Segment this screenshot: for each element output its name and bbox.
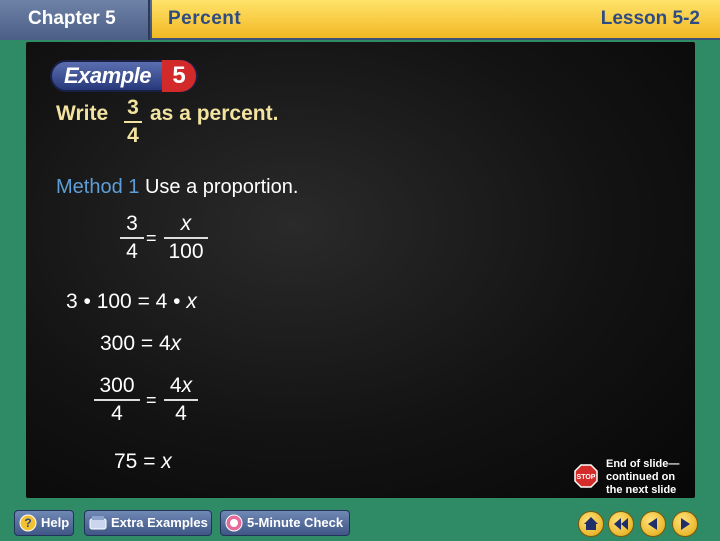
- svg-text:?: ?: [24, 516, 31, 530]
- step4-left-fraction: 300 4: [94, 374, 140, 426]
- step4-equals: =: [146, 390, 157, 410]
- chapter-label: Chapter 5: [0, 0, 150, 40]
- step1-left-num: 3: [126, 212, 138, 235]
- home-nav-button[interactable]: [578, 511, 604, 537]
- step1-right-fraction: x 100: [164, 212, 208, 264]
- example-badge: Example 5: [50, 60, 198, 92]
- end-line-2: continued on: [606, 471, 676, 483]
- step1-left-fraction: 3 4: [120, 212, 144, 264]
- fraction-bar: [164, 399, 198, 401]
- fraction-bar: [164, 237, 208, 239]
- fraction-bar: [94, 399, 140, 401]
- problem-fraction: 3 4: [124, 96, 142, 148]
- home-icon: [584, 517, 598, 530]
- extra-examples-button[interactable]: Extra Examples: [84, 510, 212, 536]
- five-minute-check-button[interactable]: 5-Minute Check: [220, 510, 350, 536]
- arrow-left-icon: [648, 518, 657, 530]
- end-line-3: the next slide: [606, 484, 677, 496]
- step4-right-den: 4: [175, 402, 187, 425]
- step1-left-den: 4: [126, 240, 138, 263]
- examples-icon: [89, 516, 107, 530]
- svg-text:STOP: STOP: [577, 474, 596, 481]
- fraction-bar: [120, 237, 144, 239]
- rewind-icon: [614, 518, 628, 530]
- help-button[interactable]: ? Help: [14, 510, 74, 536]
- step4-left-num: 300: [99, 374, 135, 397]
- check-icon: [225, 514, 243, 532]
- first-slide-nav-button[interactable]: [608, 511, 634, 537]
- step3-equation: 300 = 4x: [100, 332, 182, 355]
- step1-equals: =: [146, 228, 157, 248]
- end-line-1: End of slide—: [606, 458, 680, 470]
- stop-icon: STOP: [574, 464, 598, 488]
- next-slide-nav-button[interactable]: [672, 511, 698, 537]
- example-number: 5: [162, 60, 196, 92]
- question-icon: ?: [19, 514, 37, 532]
- help-label: Help: [41, 515, 70, 530]
- step1-right-num: x: [180, 212, 192, 235]
- problem-suffix: as a percent.: [150, 102, 279, 125]
- method-text: Use a proportion.: [144, 176, 299, 198]
- extra-examples-label: Extra Examples: [111, 515, 208, 530]
- method-label: Method 1: [56, 176, 140, 198]
- five-minute-check-label: 5-Minute Check: [247, 515, 344, 530]
- step1-right-den: 100: [168, 240, 204, 263]
- lesson-label: Lesson 5-2: [600, 8, 700, 29]
- example-word: Example: [64, 63, 152, 88]
- step4-left-den: 4: [111, 402, 123, 425]
- section-title: Percent: [168, 8, 242, 29]
- step2-equation: 3 • 100 = 4 • x: [66, 290, 197, 313]
- step4-right-fraction: 4x 4: [164, 374, 198, 426]
- problem-prefix: Write: [56, 102, 109, 125]
- problem-numerator: 3: [127, 96, 139, 119]
- step4-right-num: 4x: [169, 374, 193, 397]
- arrow-right-icon: [681, 518, 690, 530]
- method-line: Method 1 Use a proportion.: [56, 176, 298, 199]
- title-band: Percent Lesson 5-2: [152, 0, 720, 38]
- problem-denominator: 4: [127, 124, 139, 147]
- previous-slide-nav-button[interactable]: [640, 511, 666, 537]
- end-of-slide-note: End of slide— continued on the next slid…: [606, 458, 679, 497]
- step5-equation: 75 = x: [114, 450, 172, 473]
- fraction-bar: [124, 121, 142, 123]
